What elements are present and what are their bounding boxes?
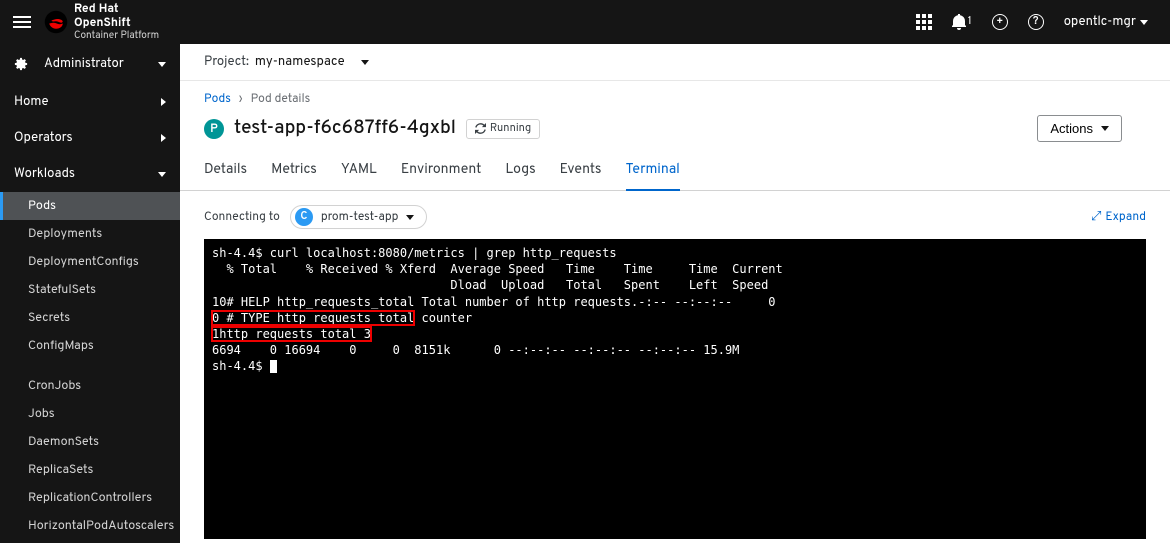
tab-environment[interactable]: Environment [401,154,482,190]
tab-events[interactable]: Events [560,154,602,190]
perspective-switcher[interactable]: Administrator [0,44,180,84]
workloads-submenu: Pods Deployments DeploymentConfigs State… [0,192,180,540]
chevron-down-icon [158,172,166,177]
main: Project: my-namespace Pods › Pod details… [180,44,1170,543]
redhat-fedora-icon [44,10,68,34]
sidebar-item-configmaps[interactable]: ConfigMaps [0,332,180,360]
notif-count: 1 [968,15,972,29]
sidebar-item-deploymentconfigs[interactable]: DeploymentConfigs [0,248,180,276]
terminal-line: counter [414,311,472,325]
pod-kind-badge: P [204,119,224,139]
project-selector[interactable]: Project: my-namespace [180,44,1170,81]
terminal-line-highlight: 0 # TYPE http_requests_total [212,311,414,325]
breadcrumb-leaf: Pod details [251,91,311,107]
status-badge: Running [466,119,540,139]
project-label: Project: [204,54,249,70]
user-menu[interactable]: opentlc-mgr [1064,14,1148,30]
sidebar-item-pods[interactable]: Pods [0,192,180,220]
sync-icon [475,123,486,134]
chevron-down-icon [158,62,166,67]
chevron-right-icon [161,134,166,142]
page-header: P test-app-f6c687ff6-4gxbl Running Actio… [180,111,1170,154]
sidebar-item-jobs[interactable]: Jobs [0,400,180,428]
terminal-prompt: sh-4.4$ [212,359,270,373]
hamburger-icon[interactable] [0,16,44,28]
tab-yaml[interactable]: YAML [341,154,377,190]
chevron-down-icon [361,60,369,65]
actions-button[interactable]: Actions [1037,115,1122,142]
perspective-label: Administrator [44,56,124,72]
sidebar-item-statefulsets[interactable]: StatefulSets [0,276,180,304]
sidebar-item-workloads[interactable]: Workloads [0,156,180,192]
tab-metrics[interactable]: Metrics [271,154,317,190]
add-icon[interactable]: + [992,14,1008,30]
tab-logs[interactable]: Logs [505,154,535,190]
tab-terminal[interactable]: Terminal [626,154,680,191]
sidebar-item-daemonsets[interactable]: DaemonSets [0,428,180,456]
expand-button[interactable]: ⤢ Expand [1091,209,1146,225]
terminal-toolbar: Connecting to C prom-test-app ⤢ Expand [180,191,1170,239]
sidebar-item-cronjobs[interactable]: CronJobs [0,372,180,400]
sidebar-item-deployments[interactable]: Deployments [0,220,180,248]
container-kind-badge: C [295,208,313,226]
sidebar: Administrator Home Operators Workloads P… [0,44,180,543]
sidebar-item-hpa[interactable]: HorizontalPodAutoscalers [0,512,180,540]
chevron-down-icon [1140,20,1148,25]
sidebar-item-operators[interactable]: Operators [0,120,180,156]
notifications-icon[interactable]: 1 [952,14,972,30]
terminal-line: Dload Upload Total Spent Left Speed [212,278,768,292]
chevron-down-icon [1101,126,1109,131]
breadcrumb-root[interactable]: Pods [204,91,231,107]
tabs: Details Metrics YAML Environment Logs Ev… [180,154,1170,191]
tab-details[interactable]: Details [204,154,247,190]
brand-line2: OpenShift [74,17,159,30]
page-title: test-app-f6c687ff6-4gxbl [234,117,456,141]
sidebar-item-secrets[interactable]: Secrets [0,304,180,332]
project-value: my-namespace [255,54,345,70]
terminal-line: 10# HELP http_requests_total Total numbe… [212,295,776,309]
expand-icon: ⤢ [1091,209,1101,225]
topbar: Red Hat OpenShift Container Platform 1 +… [0,0,1170,44]
terminal-line-highlight: 1http_requests_total 3 [212,327,371,341]
brand-line3: Container Platform [74,30,159,41]
breadcrumb: Pods › Pod details [180,81,1170,111]
terminal-line: 6694 0 16694 0 0 8151k 0 --:--:-- --:--:… [212,343,739,357]
username: opentlc-mgr [1064,14,1136,30]
chevron-right-icon [161,98,166,106]
terminal-line: % Total % Received % Xferd Average Speed… [212,262,783,276]
apps-icon[interactable] [916,14,932,30]
chevron-down-icon [406,215,414,220]
sidebar-item-replicationcontrollers[interactable]: ReplicationControllers [0,484,180,512]
sidebar-item-home[interactable]: Home [0,84,180,120]
gear-icon [14,57,28,71]
cursor-icon [270,360,277,373]
brand: Red Hat OpenShift Container Platform [44,3,159,40]
sidebar-item-replicasets[interactable]: ReplicaSets [0,456,180,484]
container-selector[interactable]: C prom-test-app [290,205,428,229]
help-icon[interactable]: ? [1028,14,1044,30]
container-name: prom-test-app [321,209,399,225]
chevron-right-icon: › [239,91,243,107]
connecting-label: Connecting to [204,209,280,225]
terminal-line: sh-4.4$ curl localhost:8080/metrics | gr… [212,246,617,260]
terminal[interactable]: sh-4.4$ curl localhost:8080/metrics | gr… [204,239,1146,539]
